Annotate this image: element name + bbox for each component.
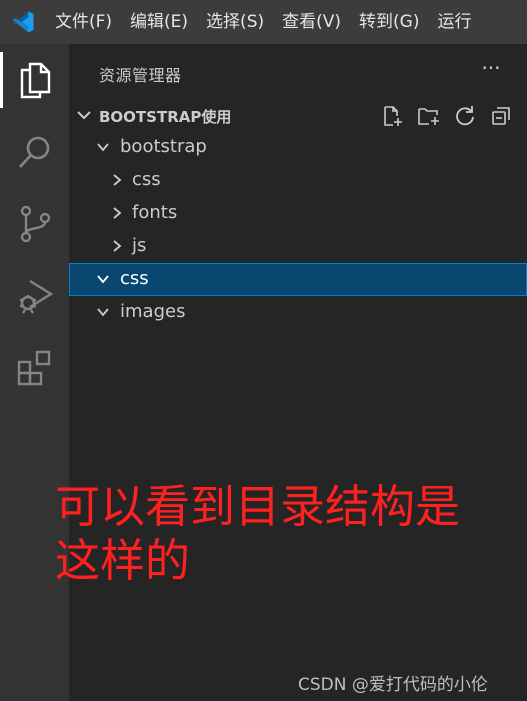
new-folder-icon[interactable] (413, 102, 445, 130)
chevron-right-icon (109, 172, 125, 188)
explorer-sidebar: 资源管理器 ··· BOOTSTRAP使用 bootstrap css font… (69, 44, 527, 701)
menu-selection[interactable]: 选择(S) (197, 0, 273, 44)
tree-item-css-root[interactable]: css (69, 263, 527, 296)
chevron-right-icon (109, 205, 125, 221)
refresh-icon[interactable] (449, 102, 481, 130)
run-debug-icon[interactable] (0, 260, 69, 332)
tree-item-js[interactable]: js (69, 230, 527, 263)
tree-item-label: css (120, 268, 149, 289)
extensions-icon[interactable] (0, 332, 69, 404)
chevron-down-icon (95, 271, 111, 287)
section-actions (377, 102, 517, 130)
menu-go[interactable]: 转到(G) (350, 0, 428, 44)
menu-view[interactable]: 查看(V) (273, 0, 350, 44)
chevron-down-icon (95, 139, 111, 155)
annotation-line-1: 可以看到目录结构是 (55, 480, 461, 533)
workspace-title: BOOTSTRAP使用 (99, 108, 232, 126)
more-actions-icon[interactable]: ··· (477, 58, 505, 82)
annotation-text: 可以看到目录结构是 这样的 (55, 480, 495, 588)
menu-edit[interactable]: 编辑(E) (121, 0, 197, 44)
workspace-section-header[interactable]: BOOTSTRAP使用 (69, 100, 527, 130)
tree-item-images[interactable]: images (69, 296, 527, 329)
sidebar-header: 资源管理器 ··· (69, 44, 527, 100)
tree-item-label: css (132, 169, 161, 190)
tree-item-label: fonts (132, 202, 178, 223)
chevron-right-icon (109, 238, 125, 254)
watermark: CSDN @爱打代码的小伦 (298, 675, 488, 695)
annotation-line-2: 这样的 (55, 534, 191, 587)
tree-item-label: images (120, 301, 186, 322)
menu-run[interactable]: 运行 (428, 0, 480, 44)
chevron-down-icon (95, 304, 111, 320)
vscode-logo-icon (0, 0, 46, 44)
tree-item-label: js (132, 235, 147, 256)
tree-item-label: bootstrap (120, 136, 207, 157)
menu-bar: 文件(F) 编辑(E) 选择(S) 查看(V) 转到(G) 运行 (0, 0, 527, 44)
tree-item-fonts[interactable]: fonts (69, 197, 527, 230)
new-file-icon[interactable] (377, 102, 409, 130)
sidebar-title: 资源管理器 (99, 66, 182, 85)
menu-file[interactable]: 文件(F) (46, 0, 121, 44)
tree-item-css[interactable]: css (69, 164, 527, 197)
activity-bar (0, 44, 69, 701)
source-control-icon[interactable] (0, 188, 69, 260)
chevron-down-icon (75, 106, 93, 124)
tree-item-bootstrap[interactable]: bootstrap (69, 131, 527, 164)
search-icon[interactable] (0, 116, 69, 188)
collapse-all-icon[interactable] (485, 102, 517, 130)
explorer-icon[interactable] (0, 44, 69, 116)
